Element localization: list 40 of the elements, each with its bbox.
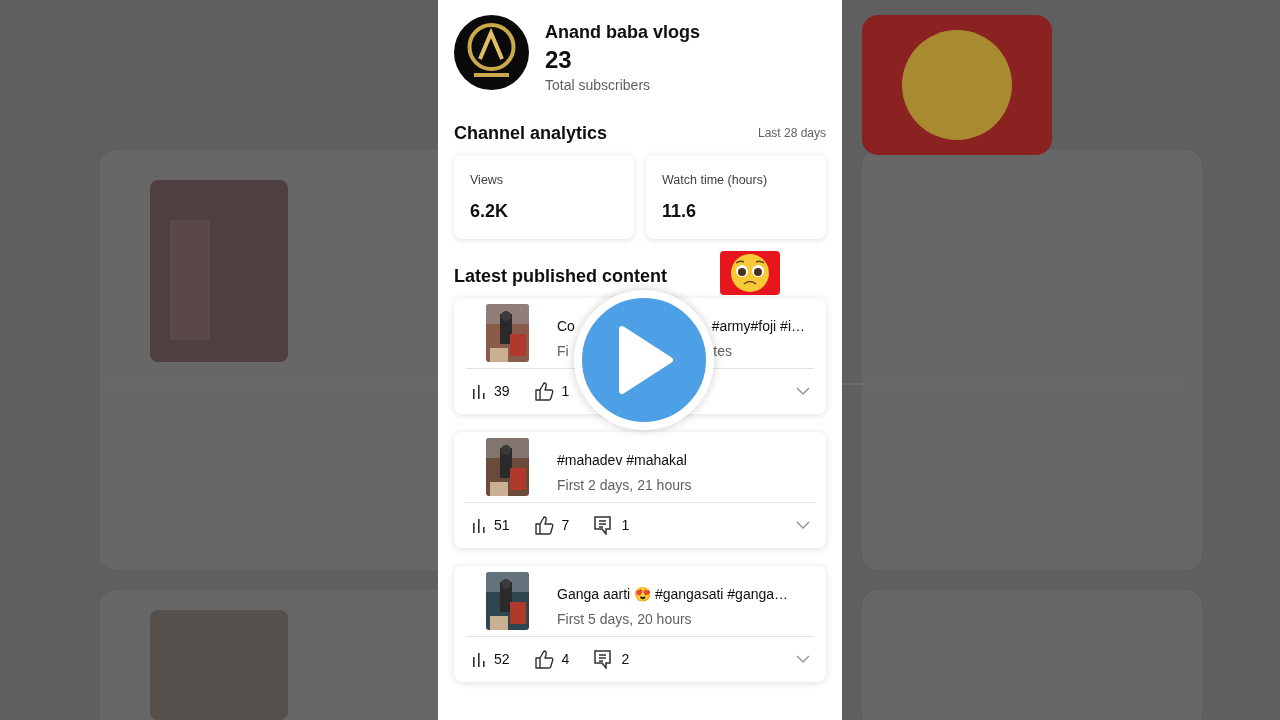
chevron-down-icon [796,521,810,530]
stat-label: Watch time (hours) [662,171,769,189]
bar-chart-icon [472,517,486,534]
bar-chart-icon [472,383,486,400]
subscriber-count: 23 [545,46,573,75]
comment-count: 2 [621,649,630,669]
stat-value: 11.6 [662,199,698,223]
comment-icon [593,649,614,670]
comment-count: 1 [621,515,630,535]
like-count: 7 [561,515,570,535]
like-count: 1 [561,381,570,401]
section-title: Channel analytics [454,121,608,145]
subscriber-label: Total subscribers [545,75,652,95]
content-card[interactable]: Ganga aarti 😍 #gangasati #ganga… First 5 days, 20 hours 52 4 2 [454,565,826,682]
bar-chart-count: 39 [494,381,510,401]
video-title: Ganga aarti 😍 #gangasati #ganga… [557,584,790,604]
like-count: 4 [561,649,570,669]
video-title: #mahadev #mahakal [557,450,688,470]
like-icon [533,515,554,536]
video-age: First 5 days, 20 hours [557,609,693,629]
channel-name: Anand baba vlogs [545,21,701,44]
video-title: #army#foji #i… [711,316,805,336]
video-age: tes [713,341,732,361]
bar-chart-icon [472,651,486,668]
chevron-down-icon [796,655,810,664]
comment-icon [593,515,614,536]
date-range: Last 28 days [757,125,826,143]
video-age: First 2 days, 21 hours [557,475,693,495]
section-title: Latest published content [454,264,667,288]
like-icon [533,649,554,670]
video-age: Fi [557,341,569,361]
video-title: Co [557,316,575,336]
pleading-face-icon [720,251,780,295]
content-card[interactable]: #mahadev #mahakal First 2 days, 21 hours 51 7 1 [454,431,826,548]
chevron-down-icon [796,387,810,396]
like-icon [533,381,554,402]
stat-label: Views [470,171,505,189]
stat-value: 6.2K [470,199,510,223]
bar-chart-count: 52 [494,649,510,669]
bar-chart-count: 51 [494,515,510,535]
